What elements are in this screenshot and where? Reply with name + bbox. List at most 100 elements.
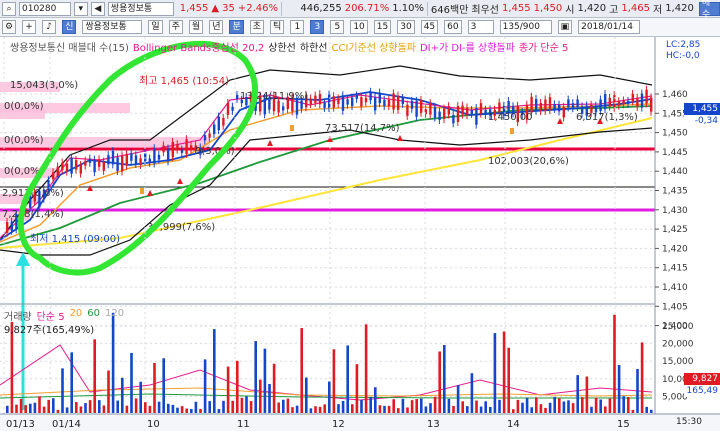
volume-bar-down xyxy=(590,406,593,413)
candle-up xyxy=(208,133,211,138)
candle-up xyxy=(75,160,78,170)
candle-up xyxy=(171,141,174,158)
interval-15-button[interactable]: 15 xyxy=(373,20,392,34)
volume-axis-label: 20,000 xyxy=(662,340,694,350)
stock-name-combo[interactable]: 쌍용정보통 xyxy=(107,1,175,16)
candle-down xyxy=(355,95,358,99)
interval-60-button[interactable]: 60 xyxy=(444,20,462,34)
candle-up xyxy=(277,100,280,113)
period-second-button[interactable]: 초 xyxy=(249,20,265,34)
speaker-icon[interactable]: ♪ xyxy=(42,20,57,34)
candle-down xyxy=(111,150,115,165)
interval-combo[interactable]: 3 xyxy=(467,20,494,34)
volume-bar-down xyxy=(493,333,497,413)
legend-volume-ma120[interactable]: 120 xyxy=(105,308,124,323)
period-year-button[interactable]: 년 xyxy=(209,20,224,34)
candle-up xyxy=(631,93,634,102)
settings-gear-icon[interactable]: ⚙ xyxy=(2,20,17,34)
interval-5-button[interactable]: 5 xyxy=(330,20,345,34)
volume-bar-up xyxy=(47,399,50,413)
volume-bar-down xyxy=(484,401,487,413)
time-axis-label: 15 xyxy=(617,419,630,430)
interval-45-button[interactable]: 45 xyxy=(420,20,439,34)
period-minute-button[interactable]: 분 xyxy=(229,20,244,34)
volume-bar-up xyxy=(397,408,400,413)
current-price-badge: 1,455 xyxy=(684,103,720,115)
legend-stock-name[interactable]: 쌍용정보통신 매블대 수(15) xyxy=(10,39,129,54)
bar-count-input[interactable]: 135/900 xyxy=(499,20,552,34)
volume-bar-up xyxy=(640,342,644,413)
volume-bar-up xyxy=(378,405,382,413)
candle-up xyxy=(530,96,533,113)
period-day-button[interactable]: 일 xyxy=(148,20,163,34)
stock-code-input[interactable]: 010280 xyxy=(19,1,71,16)
volume-bar-up xyxy=(125,405,129,413)
new-button[interactable]: 신 xyxy=(62,20,77,34)
volume-bar-up xyxy=(351,404,354,413)
prev-button[interactable]: ◀ xyxy=(90,1,105,16)
volume-bar-down xyxy=(525,397,529,413)
add-icon[interactable]: + xyxy=(22,20,37,34)
corner-time: 15:30 xyxy=(676,417,702,427)
volume-bar-up xyxy=(286,398,290,413)
volume-bar-down xyxy=(466,406,469,413)
high-annotation: 최고 1,465 (10:54) xyxy=(139,75,229,87)
candle-up xyxy=(65,163,69,172)
interval-10-button[interactable]: 10 xyxy=(350,20,368,34)
price-chart[interactable]: 15,043(3,0%) 0(0,0%) 0(0,0%) 0(0,0%) 최고 … xyxy=(0,37,720,431)
volume-bar-up xyxy=(249,401,253,413)
lock-icon[interactable]: ▣ xyxy=(557,20,573,34)
period-month-button[interactable]: 월 xyxy=(188,20,204,34)
lc-indicator: LC:2,85 xyxy=(666,40,701,50)
candle-down xyxy=(107,155,110,165)
candle-down xyxy=(567,99,570,108)
volume-bar-up xyxy=(134,398,138,413)
volume-bar-up xyxy=(291,407,294,413)
volume-bar-down xyxy=(470,373,474,413)
period-tick-button[interactable]: 틱 xyxy=(270,20,285,34)
interval-1-button[interactable]: 1 xyxy=(290,20,305,34)
price-axis-label: 1,420 xyxy=(662,244,688,254)
volume-readout: 9,827주(165,49%) xyxy=(4,325,95,336)
legend-ma[interactable]: 종가 단순 5 xyxy=(519,39,569,54)
candle-down xyxy=(116,157,119,172)
volume-bar-up xyxy=(410,400,414,413)
legend-cci[interactable]: CCI기준선 상향돌파 xyxy=(331,39,416,54)
legend-di[interactable]: DI+가 DI-를 상향돌파 xyxy=(420,39,515,54)
volume-bar-down xyxy=(456,385,460,413)
low-annotation: 최저 1,415 (09:00) xyxy=(30,233,120,245)
interval-30-button[interactable]: 30 xyxy=(397,20,415,34)
volume-bar-down xyxy=(328,381,331,413)
chart-stock-combo[interactable]: 쌍용정보통 xyxy=(82,20,143,34)
candle-down xyxy=(410,100,414,109)
code-search-button[interactable]: ▾ xyxy=(73,1,88,16)
volume-bar-up xyxy=(585,376,589,413)
legend-bollinger[interactable]: Bollinger Bands중심선 20,2 xyxy=(133,39,264,54)
volume-bar-up xyxy=(406,407,409,413)
price-axis-label: 1,405 xyxy=(662,302,688,312)
time-axis-label: 13 xyxy=(427,419,440,430)
annotation-label: 15,043(3,0%) xyxy=(10,80,78,91)
volume-bar-up xyxy=(516,399,520,413)
buy-button[interactable]: 매수 xyxy=(698,0,720,20)
candle-down xyxy=(341,95,345,111)
candle-up xyxy=(636,97,639,107)
interval-3-button[interactable]: 3 xyxy=(310,20,325,34)
price-axis-label: 1,410 xyxy=(662,283,688,293)
period-week-button[interactable]: 주 xyxy=(168,20,183,34)
date-input[interactable]: 2018/01/14 xyxy=(578,20,641,34)
candle-up xyxy=(447,106,450,115)
volume-bar-up xyxy=(185,408,188,413)
volume-bar-down xyxy=(420,398,423,413)
legend-lower-band[interactable]: 하한선 xyxy=(300,39,328,54)
volume-bar-up xyxy=(355,364,359,413)
annotation-label: 6,317(1,3%) xyxy=(576,112,638,123)
volume-bar-down xyxy=(6,405,9,413)
volume-bar-up xyxy=(42,406,46,413)
legend-upper-band[interactable]: 상한선 xyxy=(268,39,296,54)
signal-marker-icon xyxy=(510,128,514,134)
volume-bar-up xyxy=(631,409,635,413)
volume-bar-down xyxy=(337,404,340,413)
trade-amount: 646백만 xyxy=(430,5,469,16)
symbol-search-icon[interactable]: ⌕ xyxy=(2,1,16,16)
